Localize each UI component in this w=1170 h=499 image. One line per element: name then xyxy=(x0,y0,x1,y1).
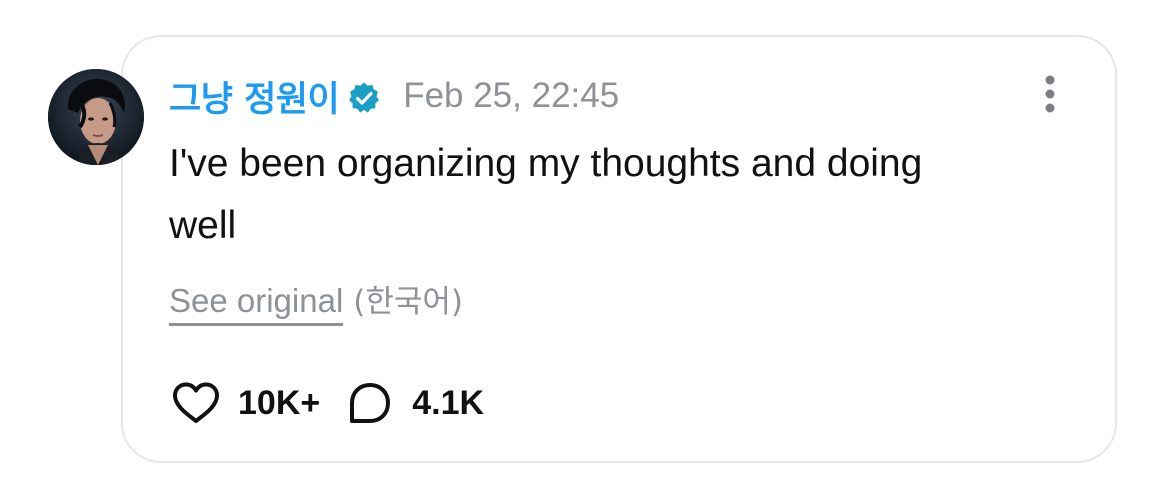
translation-notice: See original (한국어) xyxy=(169,276,464,326)
heart-icon xyxy=(173,382,219,423)
post-actions: 10K+ 4.1K xyxy=(170,380,484,426)
see-original-link[interactable]: See original xyxy=(169,282,344,326)
comment-button[interactable]: 4.1K xyxy=(344,380,484,426)
like-button[interactable]: 10K+ xyxy=(170,380,320,426)
post-timestamp[interactable]: Feb 25, 22:45 xyxy=(403,76,619,116)
avatar-image xyxy=(48,69,144,165)
comment-bubble-icon xyxy=(350,383,391,423)
more-vertical-icon xyxy=(1045,75,1055,113)
like-count: 10K+ xyxy=(238,383,321,422)
more-options-button[interactable] xyxy=(1034,72,1066,116)
post-body-text: I've been organizing my thoughts and doi… xyxy=(169,142,923,247)
original-language-label: (한국어) xyxy=(353,284,464,320)
verified-badge-icon xyxy=(347,81,381,115)
comment-count: 4.1K xyxy=(412,383,485,422)
avatar[interactable] xyxy=(48,69,144,165)
author-name[interactable]: 그냥 정원이 xyxy=(169,71,340,122)
post-header: 그냥 정원이 Feb 25, 22:45 xyxy=(169,70,619,122)
